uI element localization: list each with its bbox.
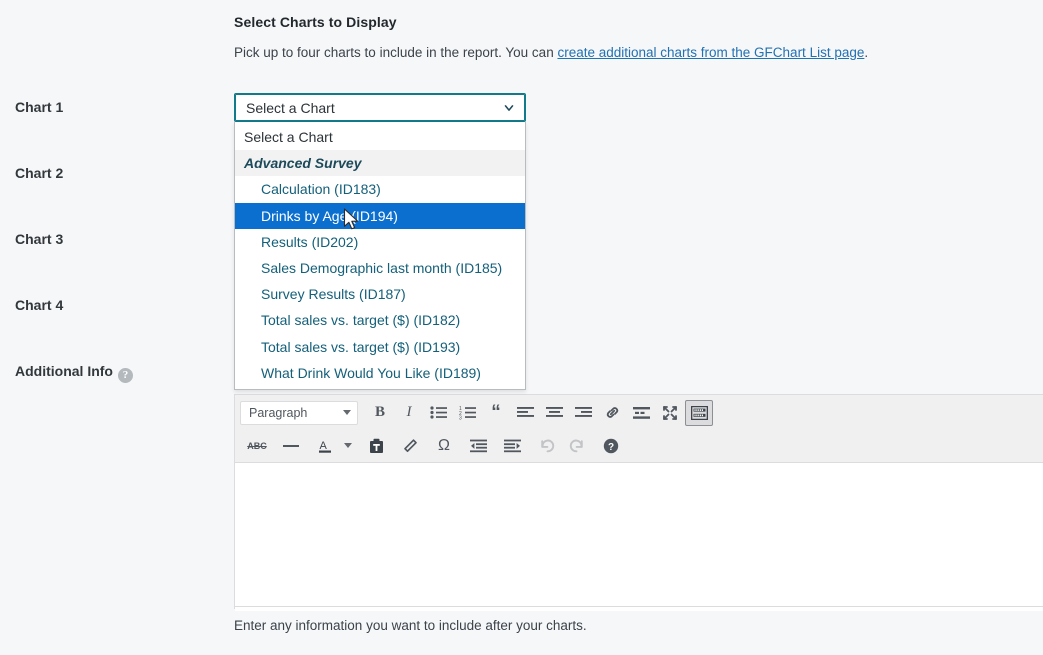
align-center-icon	[545, 406, 563, 420]
align-right-button[interactable]	[569, 400, 597, 426]
dropdown-option-what-drink[interactable]: What Drink Would You Like (ID189)	[235, 360, 525, 386]
redo-icon	[568, 438, 585, 453]
indent-icon	[503, 439, 521, 453]
svg-text:?: ?	[608, 442, 614, 453]
svg-text:3: 3	[459, 415, 462, 420]
italic-icon: I	[406, 404, 412, 420]
settings-page: Chart 1 Chart 2 Chart 3 Chart 4 Addition…	[0, 0, 1043, 655]
keyboard-shortcuts-button[interactable]: ?	[597, 433, 625, 459]
align-center-button[interactable]	[540, 400, 568, 426]
dropdown-option-sales-demographic[interactable]: Sales Demographic last month (ID185)	[235, 255, 525, 281]
fullscreen-button[interactable]	[656, 400, 684, 426]
label-chart-1: Chart 1	[15, 99, 64, 115]
text-color-icon: A	[318, 438, 333, 454]
additional-info-editor: Paragraph B I 1 2 3 “ ABC A Ω ?	[234, 394, 1043, 611]
read-more-button[interactable]	[627, 400, 655, 426]
form-label-column: Chart 1 Chart 2 Chart 3 Chart 4 Addition…	[0, 0, 234, 655]
clear-formatting-button[interactable]	[396, 433, 424, 459]
dropdown-optgroup-advanced-survey: Advanced Survey	[235, 150, 525, 177]
label-chart-2: Chart 2	[15, 165, 64, 181]
paste-as-text-icon	[369, 438, 384, 454]
dropdown-option-placeholder[interactable]: Select a Chart	[235, 124, 525, 150]
format-select-value: Paragraph	[249, 405, 308, 420]
toolbar-toggle-button[interactable]	[685, 399, 713, 426]
link-icon	[604, 404, 621, 421]
outdent-icon	[469, 439, 487, 453]
bold-icon: B	[374, 404, 385, 420]
dropdown-option-results[interactable]: Results (ID202)	[235, 229, 525, 255]
editor-content-area[interactable]	[235, 463, 1043, 606]
align-left-icon	[516, 406, 534, 420]
insert-link-button[interactable]	[598, 400, 626, 426]
help-icon[interactable]: ?	[117, 368, 133, 383]
dropdown-option-total-sales-193[interactable]: Total sales vs. target ($) (ID193)	[235, 334, 525, 360]
align-right-icon	[574, 406, 592, 420]
horizontal-rule-button[interactable]	[277, 433, 305, 459]
editor-toolbar: Paragraph B I 1 2 3 “ ABC A Ω ?	[235, 395, 1043, 463]
label-additional-info-text: Additional Info	[15, 363, 113, 379]
editor-toolbar-row-1: Paragraph B I 1 2 3 “	[235, 395, 1043, 429]
strikethrough-button[interactable]: ABC	[243, 433, 271, 459]
toolbar-toggle-icon	[690, 405, 708, 420]
special-character-icon: Ω	[438, 436, 450, 454]
redo-button[interactable]	[562, 433, 590, 459]
editor-help-text: Enter any information you want to includ…	[234, 618, 587, 633]
editor-toolbar-row-2: ABC A Ω ?	[235, 429, 1043, 462]
format-select[interactable]: Paragraph	[240, 400, 358, 425]
keyboard-shortcuts-icon: ?	[603, 438, 619, 454]
form-content-column: Select Charts to Display Pick up to four…	[234, 0, 1043, 655]
fullscreen-icon	[662, 405, 678, 421]
dropdown-option-total-sales-182[interactable]: Total sales vs. target ($) (ID182)	[235, 307, 525, 333]
blockquote-button[interactable]: “	[482, 400, 510, 426]
bulleted-list-icon	[429, 405, 447, 420]
svg-text:A: A	[319, 440, 327, 452]
section-description-suffix: .	[864, 45, 869, 60]
numbered-list-icon: 1 2 3	[459, 405, 476, 420]
chart-1-select[interactable]: Select a Chart	[234, 93, 526, 122]
section-title: Select Charts to Display	[234, 14, 397, 30]
label-chart-4: Chart 4	[15, 297, 64, 313]
chart-1-select-wrapper: Select a Chart Select a Chart Advanced S…	[234, 93, 526, 390]
section-description: Pick up to four charts to include in the…	[234, 45, 868, 60]
blockquote-icon: “	[491, 401, 501, 423]
page-bottom-spacer	[234, 645, 1043, 655]
strikethrough-icon: ABC	[247, 440, 267, 451]
text-color-dropdown-icon	[344, 443, 352, 448]
paste-as-text-button[interactable]	[362, 433, 390, 459]
label-chart-3: Chart 3	[15, 231, 64, 247]
text-color-button[interactable]: A	[311, 433, 339, 459]
editor-status-bar	[235, 606, 1043, 611]
indent-button[interactable]	[498, 433, 526, 459]
chart-1-select-value: Select a Chart	[246, 99, 335, 116]
dropdown-option-calculation[interactable]: Calculation (ID183)	[235, 176, 525, 202]
numbered-list-button[interactable]: 1 2 3	[453, 400, 481, 426]
special-character-button[interactable]: Ω	[430, 433, 458, 459]
undo-icon	[539, 438, 556, 453]
dropdown-option-survey-results[interactable]: Survey Results (ID187)	[235, 281, 525, 307]
undo-button[interactable]	[533, 433, 561, 459]
gfchart-list-link[interactable]: create additional charts from the GFChar…	[557, 45, 864, 60]
caret-down-icon	[343, 410, 351, 415]
bold-button[interactable]: B	[366, 400, 394, 426]
clear-formatting-icon	[402, 438, 418, 454]
chevron-down-icon	[502, 101, 516, 115]
horizontal-rule-icon	[283, 443, 299, 449]
text-color-dropdown-button[interactable]	[340, 433, 356, 459]
read-more-icon	[632, 406, 650, 420]
outdent-button[interactable]	[464, 433, 492, 459]
section-description-prefix: Pick up to four charts to include in the…	[234, 45, 558, 60]
bulleted-list-button[interactable]	[424, 400, 452, 426]
align-left-button[interactable]	[511, 400, 539, 426]
dropdown-option-drinks-by-age[interactable]: Drinks by Age (ID194)	[235, 202, 525, 229]
italic-button[interactable]: I	[395, 400, 423, 426]
chart-1-dropdown-list[interactable]: Select a Chart Advanced Survey Calculati…	[234, 122, 526, 390]
label-additional-info: Additional Info?	[15, 364, 133, 383]
